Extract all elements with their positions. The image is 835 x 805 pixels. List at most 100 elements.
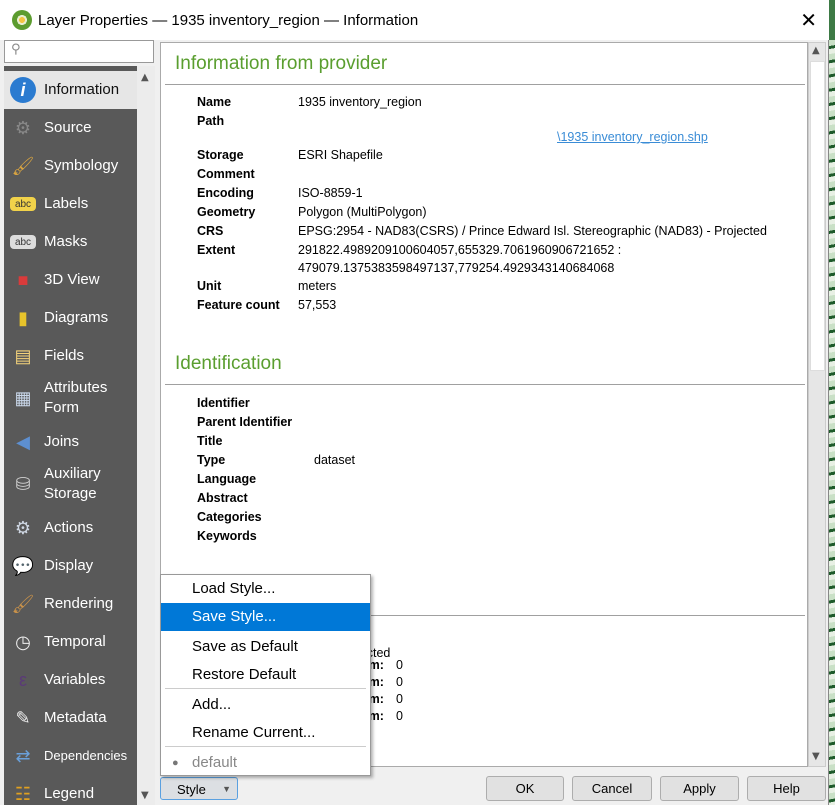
field-value: ISO-8859-1 <box>298 186 363 200</box>
apply-button[interactable]: Apply <box>660 776 739 801</box>
menu-item-style-default[interactable]: ● default <box>161 749 370 777</box>
obscured-value: 0 <box>396 692 403 706</box>
sidebar-item-label: Auxiliary Storage <box>44 465 101 502</box>
scroll-up-icon[interactable]: ▲ <box>141 72 149 83</box>
sidebar-scrollbar[interactable]: ▲ ▼ <box>137 66 155 805</box>
dependencies-icon: ⇄ <box>15 745 31 766</box>
menu-separator <box>165 746 366 747</box>
scroll-up-icon[interactable]: ▲ <box>812 45 820 56</box>
sidebar-item-variables[interactable]: ε Variables <box>4 661 137 699</box>
style-dropdown-button[interactable]: Style ▼ <box>160 777 238 800</box>
sidebar-item-label: Actions <box>44 519 94 536</box>
sidebar-item-dependencies[interactable]: ⇄ Dependencies <box>4 737 137 775</box>
search-input[interactable]: ⚲ <box>4 40 154 63</box>
clock-icon: ◷ <box>15 631 31 652</box>
epsilon-icon: ε <box>18 669 28 690</box>
scroll-down-icon[interactable]: ▼ <box>141 790 149 801</box>
menu-item-rename-current[interactable]: Rename Current... <box>161 719 370 747</box>
ok-button[interactable]: OK <box>486 776 564 801</box>
sidebar-item-label: Temporal <box>44 633 106 650</box>
field-value: 291822.4989209100604057,655329.706196090… <box>298 243 622 257</box>
field-label: Keywords <box>197 529 257 543</box>
field-value: 1935 inventory_region <box>298 95 422 109</box>
menu-item-add[interactable]: Add... <box>161 691 370 719</box>
obscured-value: 0 <box>396 658 403 672</box>
sidebar-item-label: Rendering <box>44 595 114 612</box>
menu-item-load-style[interactable]: Load Style... <box>161 575 370 603</box>
field-label: Geometry <box>197 205 256 219</box>
brush-icon: 🖌 <box>11 593 35 614</box>
scroll-down-icon[interactable]: ▼ <box>812 751 820 762</box>
sidebar-item-display[interactable]: 💬 Display <box>4 547 137 585</box>
bullet-icon: ● <box>172 757 179 769</box>
field-value: Polygon (MultiPolygon) <box>298 205 427 219</box>
diagrams-icon: ▮ <box>18 307 28 328</box>
field-label: Type <box>197 453 226 467</box>
sidebar-item-information[interactable]: i Information <box>4 71 137 109</box>
field-value: dataset <box>314 453 356 467</box>
form-icon: ▦ <box>14 387 32 408</box>
menu-item-save-as-default[interactable]: Save as Default <box>161 633 370 661</box>
sidebar-item-label: Display <box>44 557 94 574</box>
field-label: Encoding <box>197 186 254 200</box>
sidebar-item-masks[interactable]: abc Masks <box>4 223 137 261</box>
field-value: ESRI Shapefile <box>298 148 383 162</box>
sidebar-item-label: Information <box>44 81 120 98</box>
menu-item-restore-default[interactable]: Restore Default <box>161 661 370 689</box>
field-label: Feature count <box>197 298 280 312</box>
field-label: Storage <box>197 148 244 162</box>
field-label: Comment <box>197 167 255 181</box>
actions-icon: ⚙ <box>14 517 32 538</box>
sidebar-item-diagrams[interactable]: ▮ Diagrams <box>4 299 137 337</box>
field-label: Abstract <box>197 491 248 505</box>
sidebar-item-labels[interactable]: abc Labels <box>4 185 137 223</box>
sidebar-item-metadata[interactable]: ✎ Metadata <box>4 699 137 737</box>
sidebar-item-attributes-form[interactable]: ▦ Attributes Form <box>4 375 137 421</box>
sidebar-item-label: Metadata <box>44 709 107 726</box>
sidebar-item-label: Legend <box>44 785 95 802</box>
field-value: 57,553 <box>298 298 337 312</box>
sidebar-item-temporal[interactable]: ◷ Temporal <box>4 623 137 661</box>
sidebar-item-label: Fields <box>44 347 85 364</box>
title-bar: Layer Properties — 1935 inventory_region… <box>0 0 829 40</box>
sidebar-item-actions[interactable]: ⚙ Actions <box>4 509 137 547</box>
field-value: EPSG:2954 - NAD83(CSRS) / Prince Edward … <box>298 224 767 238</box>
sidebar-item-label: Attributes Form <box>44 379 108 416</box>
sidebar-item-label: Joins <box>44 433 80 450</box>
sidebar-item-auxiliary-storage[interactable]: ⛁ Auxiliary Storage <box>4 461 137 507</box>
qgis-logo-icon <box>12 10 32 30</box>
section-heading-provider: Information from provider <box>175 53 388 74</box>
sidebar-item-joins[interactable]: ◀ Joins <box>4 423 137 461</box>
metadata-icon: ✎ <box>15 707 31 728</box>
labels-icon: abc <box>10 197 36 211</box>
field-label: Path <box>197 114 225 128</box>
symbology-icon: 🖌 <box>11 155 35 176</box>
sidebar-item-symbology[interactable]: 🖌 Symbology <box>4 147 137 185</box>
sidebar-item-label: Diagrams <box>44 309 109 326</box>
path-link[interactable]: \1935 inventory_region.shp <box>557 130 708 144</box>
field-value: meters <box>298 279 337 293</box>
masks-icon: abc <box>10 235 36 249</box>
obscured-value: 0 <box>396 709 403 723</box>
sidebar-item-source[interactable]: ⚙ Source <box>4 109 137 147</box>
cancel-button[interactable]: Cancel <box>572 776 652 801</box>
sidebar-item-fields[interactable]: ▤ Fields <box>4 337 137 375</box>
window-title: Layer Properties — 1935 inventory_region… <box>38 11 419 29</box>
sidebar: i Information ⚙ Source 🖌 Symbology abc Labels ab… <box>4 66 137 805</box>
sidebar-item-rendering[interactable]: 🖌 Rendering <box>4 585 137 623</box>
field-value: 479079.1375383598497137,779254.492934314… <box>298 261 615 275</box>
field-label: Name <box>197 95 232 109</box>
divider <box>165 384 805 385</box>
close-icon[interactable]: ✕ <box>800 8 817 32</box>
layer-properties-dialog: Layer Properties — 1935 inventory_region… <box>0 0 829 805</box>
scrollbar-thumb[interactable] <box>810 61 825 371</box>
sidebar-item-legend[interactable]: ☷ Legend <box>4 775 137 805</box>
menu-item-save-style[interactable]: Save Style... <box>161 603 370 631</box>
field-label: Title <box>197 434 223 448</box>
section-heading-identification: Identification <box>175 353 282 374</box>
help-button[interactable]: Help <box>747 776 826 801</box>
sidebar-item-3d-view[interactable]: ■ 3D View <box>4 261 137 299</box>
fields-icon: ▤ <box>14 345 32 366</box>
content-scrollbar[interactable]: ▲ ▼ <box>808 42 826 767</box>
field-label: Extent <box>197 243 236 257</box>
